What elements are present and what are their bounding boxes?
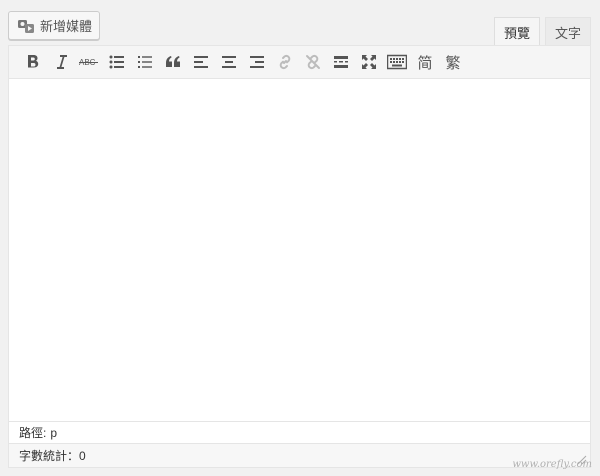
link-button[interactable]: [271, 48, 299, 76]
watermark: www.orefly.com: [512, 459, 592, 470]
word-count-bar: 字數統計： 0: [9, 443, 590, 467]
read-more-button[interactable]: [327, 48, 355, 76]
align-left-button[interactable]: [187, 48, 215, 76]
add-media-button[interactable]: 新增媒體: [8, 11, 100, 40]
fullscreen-button[interactable]: [355, 48, 383, 76]
path-label: 路徑:: [19, 426, 47, 440]
editor-content-area[interactable]: [9, 79, 590, 421]
blockquote-button[interactable]: [159, 48, 187, 76]
tab-text[interactable]: 文字: [544, 17, 591, 46]
element-path-bar: 路徑: p: [9, 421, 590, 443]
link-icon: [277, 54, 293, 70]
tab-visual[interactable]: 預覽: [493, 17, 540, 46]
bold-icon: [26, 54, 40, 70]
editor-container: ABC 简 繁 路徑: p 字數統計： 0: [8, 45, 591, 468]
strikethrough-button[interactable]: ABC: [75, 48, 103, 76]
quote-icon: [165, 55, 181, 69]
traditional-chinese-button[interactable]: 繁: [439, 48, 467, 76]
italic-button[interactable]: [47, 48, 75, 76]
word-count-value: 0: [79, 448, 86, 463]
unlink-icon: [305, 54, 321, 70]
read-more-icon: [333, 55, 349, 69]
fullscreen-icon: [361, 54, 377, 70]
bullet-list-icon: [109, 55, 125, 69]
toolbar-toggle-button[interactable]: [383, 48, 411, 76]
strikethrough-icon: ABC: [79, 54, 99, 70]
numbered-list-icon: [137, 55, 153, 69]
align-left-icon: [193, 55, 209, 69]
editor-tabs: 預覽 文字: [493, 17, 591, 46]
unlink-button[interactable]: [299, 48, 327, 76]
align-center-button[interactable]: [215, 48, 243, 76]
keyboard-icon: [387, 54, 407, 70]
bold-button[interactable]: [19, 48, 47, 76]
add-media-label: 新增媒體: [40, 19, 93, 34]
bullet-list-button[interactable]: [103, 48, 131, 76]
editor-toolbar: ABC 简 繁: [9, 46, 590, 79]
italic-icon: [54, 54, 68, 70]
path-value[interactable]: p: [50, 426, 57, 440]
media-camera-icon: [17, 18, 35, 34]
align-right-button[interactable]: [243, 48, 271, 76]
numbered-list-button[interactable]: [131, 48, 159, 76]
align-center-icon: [221, 55, 237, 69]
align-right-icon: [249, 55, 265, 69]
simplified-chinese-button[interactable]: 简: [411, 48, 439, 76]
word-count-label: 字數統計：: [19, 449, 80, 463]
